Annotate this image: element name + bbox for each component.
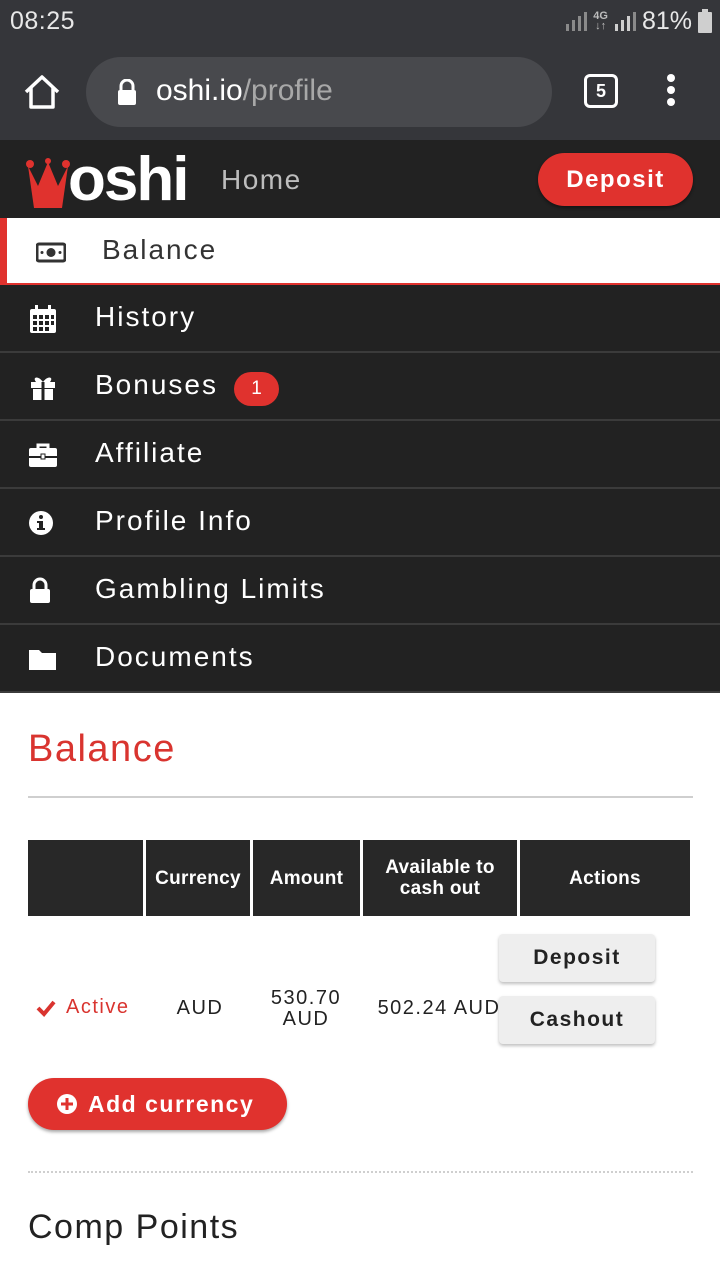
profile-menu: Balance History Bonuses 1 Affiliate Prof…: [0, 218, 720, 693]
column-header-currency: Currency: [146, 840, 250, 916]
status-bar: 08:25 4G ↓↑ 81%: [0, 0, 720, 44]
browser-toolbar: oshi.io/profile 5: [0, 44, 720, 140]
info-icon: [29, 511, 53, 535]
menu-label: Balance: [102, 234, 218, 265]
available-cell: 502.24 AUD: [377, 997, 501, 1019]
comp-points-title: Comp Points: [28, 1208, 240, 1246]
column-header-status: [28, 840, 143, 916]
divider: [28, 796, 693, 798]
lock-icon: [30, 577, 50, 603]
menu-item-profile-info[interactable]: Profile Info: [0, 489, 720, 557]
nav-home-link[interactable]: Home: [221, 164, 302, 196]
menu-item-documents[interactable]: Documents: [0, 625, 720, 693]
add-currency-label: Add currency: [88, 1090, 255, 1117]
site-header: oshi Home Deposit: [0, 140, 720, 218]
status-time: 08:25: [10, 7, 76, 35]
menu-label: Profile Info: [95, 505, 253, 536]
menu-item-bonuses[interactable]: Bonuses 1: [0, 353, 720, 421]
menu-label: Gambling Limits: [95, 573, 326, 604]
status-label: Active: [66, 996, 130, 1018]
home-button[interactable]: [22, 72, 62, 112]
menu-label: Documents: [95, 641, 255, 672]
battery-level: 81%: [641, 6, 692, 35]
menu-label: Affiliate: [95, 437, 205, 468]
network-type: 4G ↓↑: [593, 10, 608, 32]
currency-cell: AUD: [176, 997, 224, 1019]
briefcase-icon: [29, 443, 57, 467]
lock-icon: [118, 79, 136, 105]
row-deposit-button[interactable]: Deposit: [499, 934, 655, 982]
menu-item-gambling-limits[interactable]: Gambling Limits: [0, 557, 720, 625]
logo-text: oshi: [68, 145, 189, 214]
header-deposit-button[interactable]: Deposit: [538, 153, 693, 206]
amount-cell: 530.70 AUD: [270, 987, 342, 1030]
home-icon: [24, 75, 60, 109]
url-text: oshi.io/profile: [156, 74, 333, 107]
money-icon: [36, 242, 66, 263]
page-title: Balance: [28, 728, 176, 770]
column-header-available: Available to cash out: [363, 840, 517, 916]
battery-icon: [698, 9, 712, 33]
signal-icon: [614, 12, 636, 31]
tab-switcher-button[interactable]: 5: [584, 74, 618, 108]
status-icons: 4G ↓↑ 81%: [565, 6, 712, 36]
crown-icon: [26, 158, 70, 208]
column-header-actions: Actions: [520, 840, 690, 916]
check-icon: [36, 1000, 56, 1017]
table-header: Currency Amount Available to cash out Ac…: [28, 840, 690, 916]
status-cell: Active: [36, 996, 129, 1019]
row-cashout-button[interactable]: Cashout: [499, 996, 655, 1044]
plus-circle-icon: [57, 1094, 77, 1114]
signal-icon: [566, 12, 588, 31]
more-menu-button[interactable]: [662, 74, 680, 110]
add-currency-button[interactable]: Add currency: [28, 1078, 287, 1130]
menu-item-balance[interactable]: Balance: [0, 218, 720, 285]
folder-icon: [29, 650, 56, 670]
menu-label: History: [95, 301, 197, 332]
column-header-amount: Amount: [253, 840, 360, 916]
menu-item-history[interactable]: History: [0, 285, 720, 353]
oshi-logo[interactable]: oshi: [26, 145, 189, 214]
bonus-count-badge: 1: [234, 372, 279, 406]
address-bar[interactable]: oshi.io/profile: [86, 57, 552, 127]
calendar-icon: [30, 305, 56, 333]
menu-label: Bonuses: [95, 369, 218, 400]
divider: [28, 1171, 693, 1173]
gift-icon: [31, 377, 55, 400]
menu-item-affiliate[interactable]: Affiliate: [0, 421, 720, 489]
